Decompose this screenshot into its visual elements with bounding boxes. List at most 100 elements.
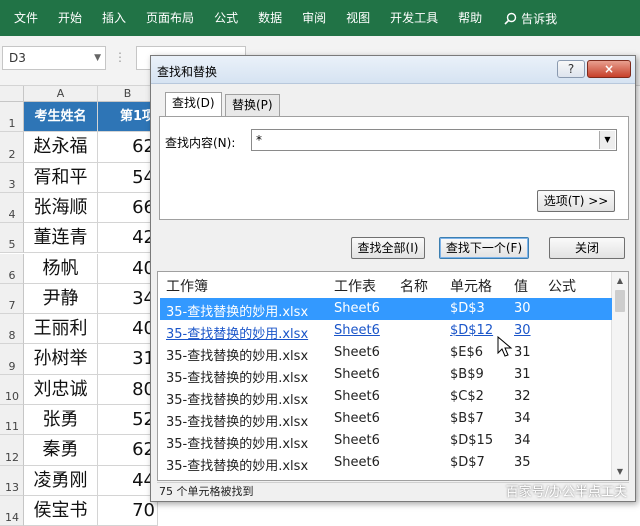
- cell-name[interactable]: 张勇: [24, 405, 98, 436]
- row-header[interactable]: 4: [0, 192, 24, 224]
- cell-name[interactable]: 凌勇刚: [24, 465, 98, 496]
- header-formula[interactable]: 公式: [548, 276, 576, 296]
- row-number: 9: [8, 359, 16, 373]
- result-row[interactable]: 35-查找替换的妙用.xlsx Sheet6 $B$7 34: [160, 408, 612, 430]
- results-list[interactable]: 工作簿 工作表 名称 单元格 值 公式 ▲ ▼ 35-查找替换的妙用.xlsx S…: [157, 271, 629, 481]
- tab-insert[interactable]: 插入: [92, 0, 136, 36]
- close-icon[interactable]: ×: [587, 60, 631, 78]
- cell-score[interactable]: 34: [98, 283, 158, 315]
- tab-replace[interactable]: 替换(P): [225, 94, 280, 116]
- header-value[interactable]: 值: [514, 276, 528, 296]
- tab-developer[interactable]: 开发工具: [380, 0, 448, 36]
- column-b-header-cell[interactable]: 第1项: [98, 102, 158, 133]
- result-workbook: 35-查找替换的妙用.xlsx: [166, 327, 309, 342]
- scroll-thumb[interactable]: [615, 290, 625, 312]
- cell-score[interactable]: 54: [98, 162, 158, 193]
- tab-view[interactable]: 视图: [336, 0, 380, 36]
- tab-home[interactable]: 开始: [48, 0, 92, 36]
- scroll-up-icon[interactable]: ▲: [612, 272, 628, 289]
- select-all-corner[interactable]: [0, 86, 24, 102]
- find-what-input[interactable]: * ▼: [251, 129, 617, 151]
- cell-name[interactable]: 秦勇: [24, 435, 98, 466]
- results-scrollbar[interactable]: ▲ ▼: [611, 272, 628, 480]
- column-header-a[interactable]: A: [24, 86, 98, 102]
- result-sheet: Sheet6: [334, 345, 380, 360]
- row-header[interactable]: 2: [0, 132, 24, 163]
- result-row[interactable]: 35-查找替换的妙用.xlsx Sheet6 $D$12 30: [160, 320, 612, 342]
- tell-me-search[interactable]: 告诉我: [492, 10, 557, 27]
- tab-help[interactable]: 帮助: [448, 0, 492, 36]
- row-number: 12: [5, 450, 19, 464]
- tab-find[interactable]: 查找(D): [165, 92, 222, 116]
- header-workbook[interactable]: 工作簿: [166, 276, 208, 296]
- options-button[interactable]: 选项(T) >>: [537, 190, 615, 212]
- result-row[interactable]: 35-查找替换的妙用.xlsx Sheet6 $E$6 31: [160, 342, 612, 364]
- find-next-button[interactable]: 查找下一个(F): [439, 237, 529, 259]
- search-icon: [504, 12, 517, 25]
- chevron-down-icon[interactable]: ▼: [599, 131, 615, 149]
- cell-name[interactable]: 杨帆: [24, 253, 98, 284]
- header-sheet[interactable]: 工作表: [334, 276, 376, 296]
- row-header[interactable]: 14: [0, 495, 24, 526]
- find-all-button[interactable]: 查找全部(I): [351, 237, 425, 259]
- close-button[interactable]: 关闭: [549, 237, 625, 259]
- result-value: 31: [514, 367, 531, 382]
- cell-score[interactable]: 31: [98, 344, 158, 375]
- result-row[interactable]: 35-查找替换的妙用.xlsx Sheet6 $D$3 30: [160, 298, 612, 320]
- cell-name[interactable]: 赵永福: [24, 132, 98, 163]
- row-header[interactable]: 9: [0, 344, 24, 375]
- chevron-down-icon[interactable]: ▼: [94, 47, 101, 69]
- row-number: 1: [8, 117, 16, 131]
- header-name[interactable]: 名称: [400, 276, 428, 296]
- cell-score[interactable]: 40: [98, 314, 158, 345]
- help-button[interactable]: ?: [557, 60, 585, 78]
- result-row[interactable]: 35-查找替换的妙用.xlsx Sheet6 $D$7 35: [160, 452, 612, 474]
- column-header-b[interactable]: B: [98, 86, 158, 102]
- row-header[interactable]: 5: [0, 223, 24, 254]
- result-row[interactable]: 35-查找替换的妙用.xlsx Sheet6 $D$15 34: [160, 430, 612, 452]
- dialog-title: 查找和替换: [157, 65, 218, 79]
- dialog-titlebar[interactable]: 查找和替换 ? ×: [151, 56, 635, 84]
- cell-name[interactable]: 孙树举: [24, 344, 98, 375]
- result-cell: $B$7: [450, 411, 484, 426]
- cell-name[interactable]: 胥和平: [24, 162, 98, 193]
- cell-score[interactable]: 44: [98, 465, 158, 496]
- name-box-value: D3: [9, 51, 26, 65]
- cell-name[interactable]: 王丽利: [24, 314, 98, 345]
- tab-review[interactable]: 审阅: [292, 0, 336, 36]
- scroll-down-icon[interactable]: ▼: [612, 463, 628, 480]
- row-header[interactable]: 13: [0, 465, 24, 496]
- cell-score[interactable]: 66: [98, 192, 158, 224]
- cell-name[interactable]: 董连青: [24, 223, 98, 254]
- result-row[interactable]: 35-查找替换的妙用.xlsx Sheet6 $B$9 31: [160, 364, 612, 386]
- find-what-label: 查找内容(N):: [165, 136, 236, 150]
- column-a-header-cell[interactable]: 考生姓名: [24, 102, 98, 133]
- row-header[interactable]: 11: [0, 405, 24, 436]
- cell-score[interactable]: 52: [98, 405, 158, 436]
- tab-data[interactable]: 数据: [248, 0, 292, 36]
- row-header[interactable]: 10: [0, 374, 24, 405]
- row-header[interactable]: 7: [0, 283, 24, 315]
- cell-name[interactable]: 侯宝书: [24, 495, 98, 526]
- result-row[interactable]: 35-查找替换的妙用.xlsx Sheet6 $C$2 32: [160, 386, 612, 408]
- cell-name[interactable]: 刘忠诚: [24, 374, 98, 405]
- tab-file[interactable]: 文件: [0, 0, 48, 36]
- header-cell[interactable]: 单元格: [450, 276, 492, 296]
- cell-score[interactable]: 42: [98, 223, 158, 254]
- row-header[interactable]: 1: [0, 102, 24, 133]
- cell-name[interactable]: 尹静: [24, 283, 98, 315]
- name-box[interactable]: D3 ▼: [2, 46, 106, 70]
- tab-formulas[interactable]: 公式: [204, 0, 248, 36]
- result-cell: $E$6: [450, 345, 484, 360]
- cell-score[interactable]: 70: [98, 495, 158, 526]
- cell-score[interactable]: 40: [98, 253, 158, 284]
- tab-page-layout[interactable]: 页面布局: [136, 0, 204, 36]
- cell-name[interactable]: 张海顺: [24, 192, 98, 224]
- row-header[interactable]: 6: [0, 253, 24, 284]
- cell-score[interactable]: 62: [98, 435, 158, 466]
- row-header[interactable]: 8: [0, 314, 24, 345]
- cell-score[interactable]: 80: [98, 374, 158, 405]
- row-header[interactable]: 3: [0, 162, 24, 193]
- row-header[interactable]: 12: [0, 435, 24, 466]
- cell-score[interactable]: 62: [98, 132, 158, 163]
